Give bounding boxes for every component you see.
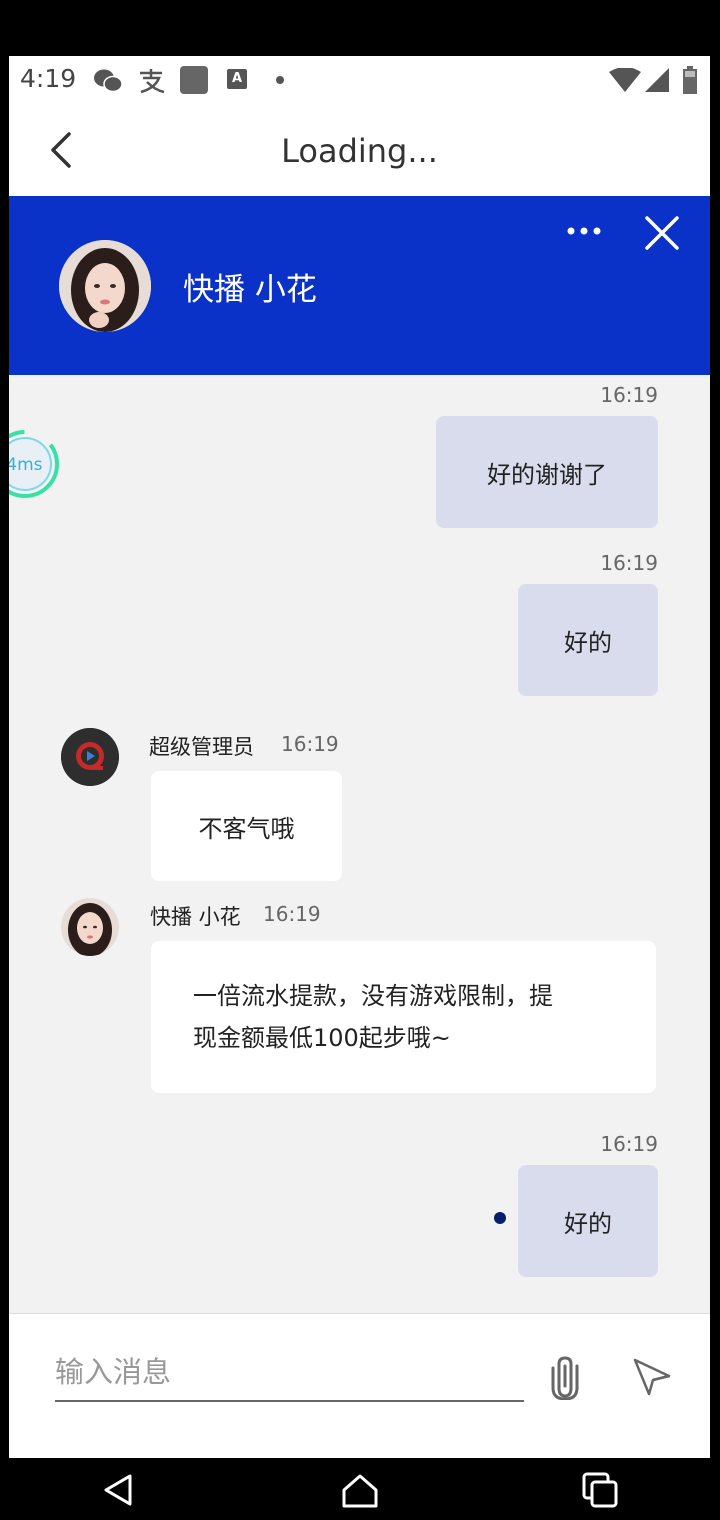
system-nav-bar bbox=[0, 1458, 720, 1520]
incoming-message[interactable]: 不客气哦 bbox=[151, 771, 342, 881]
contact-avatar[interactable] bbox=[61, 898, 119, 956]
a-icon: A bbox=[227, 69, 247, 89]
send-icon[interactable] bbox=[631, 1356, 673, 1398]
more-icon[interactable] bbox=[564, 216, 604, 246]
avatar-image bbox=[61, 898, 119, 956]
app-screen: 4:19 A Loading... 快播 小花 16:19 好的谢谢了 16:1… bbox=[9, 56, 710, 1458]
incoming-message[interactable]: 一倍流水提款，没有游戏限制，提 现金额最低100起步哦~ bbox=[151, 941, 656, 1093]
latency-badge[interactable]: 64ms bbox=[9, 428, 61, 500]
paperclip-icon[interactable] bbox=[549, 1354, 583, 1400]
message-list[interactable]: 16:19 好的谢谢了 16:19 好的 超级管理员 16:19 不客气哦 快播… bbox=[9, 375, 710, 1313]
recents-nav-icon[interactable] bbox=[580, 1470, 620, 1510]
title-bar: Loading... bbox=[9, 104, 710, 196]
latency-text: 64ms bbox=[9, 455, 43, 475]
outgoing-message[interactable]: 好的 bbox=[518, 1165, 658, 1277]
chat-header: 快播 小花 bbox=[9, 196, 710, 375]
sender-name: 超级管理员 bbox=[149, 735, 254, 759]
close-icon[interactable] bbox=[643, 214, 681, 252]
message-line: 现金额最低100起步哦~ bbox=[193, 1024, 451, 1052]
wechat-icon bbox=[94, 69, 123, 93]
signal-icon bbox=[645, 68, 669, 92]
message-time: 16:19 bbox=[600, 551, 658, 575]
input-bar bbox=[9, 1313, 710, 1458]
latency-ring-icon: 64ms bbox=[9, 430, 59, 498]
message-time: 16:19 bbox=[600, 1132, 658, 1156]
message-time: 16:19 bbox=[600, 383, 658, 407]
message-line: 一倍流水提款，没有游戏限制，提 bbox=[193, 982, 553, 1010]
message-time: 16:19 bbox=[281, 732, 339, 756]
alipay-icon bbox=[140, 69, 165, 94]
status-time: 4:19 bbox=[20, 64, 77, 93]
sending-status-dot bbox=[494, 1212, 506, 1224]
outgoing-message[interactable]: 好的 bbox=[518, 584, 658, 696]
message-time: 16:19 bbox=[263, 902, 321, 926]
admin-logo-icon bbox=[61, 728, 119, 786]
status-bar: 4:19 A bbox=[9, 56, 710, 104]
wifi-icon bbox=[609, 68, 641, 92]
battery-icon bbox=[683, 66, 697, 94]
outgoing-message[interactable]: 好的谢谢了 bbox=[436, 416, 658, 528]
page-title: Loading... bbox=[281, 132, 438, 170]
sender-name: 快播 小花 bbox=[150, 905, 241, 929]
admin-avatar[interactable] bbox=[61, 728, 119, 786]
chat-contact-name: 快播 小花 bbox=[183, 272, 317, 308]
home-nav-icon[interactable] bbox=[340, 1470, 380, 1510]
message-input[interactable] bbox=[55, 1344, 524, 1402]
back-nav-icon[interactable] bbox=[100, 1470, 140, 1510]
avatar[interactable] bbox=[59, 240, 151, 332]
app-square-icon bbox=[180, 66, 208, 94]
avatar-image bbox=[59, 240, 151, 332]
dot-icon bbox=[276, 76, 284, 84]
